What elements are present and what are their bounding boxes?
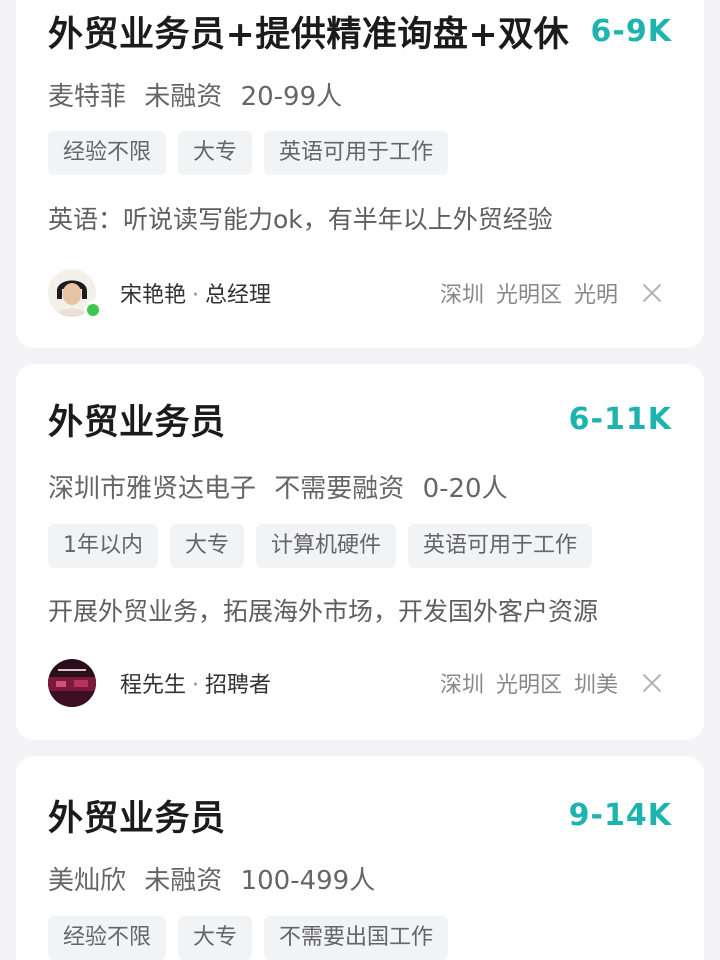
separator: ·	[192, 673, 200, 698]
company-size: 20-99人	[240, 82, 343, 112]
close-icon[interactable]	[640, 671, 664, 695]
job-location: 深圳 光明区 光明	[440, 277, 618, 309]
company-size: 100-499人	[240, 866, 376, 896]
funding-stage: 未融资	[144, 82, 223, 112]
tag: 经验不限	[48, 916, 167, 960]
company-info: 麦特菲 未融资 20-99人	[48, 76, 352, 113]
close-icon[interactable]	[640, 281, 664, 305]
salary: 9-14K	[568, 798, 672, 833]
company-size: 0-20人	[422, 474, 508, 504]
job-header: 外贸业务员 6-11K	[48, 394, 672, 445]
job-title: 外贸业务员	[48, 403, 226, 443]
separator: ·	[192, 283, 200, 308]
company-name: 深圳市雅贤达电子	[48, 474, 257, 504]
recruiter-name: 宋艳艳	[120, 283, 187, 308]
company-info: 深圳市雅贤达电子 不需要融资 0-20人	[48, 468, 518, 505]
job-card[interactable]: 外贸业务员+提供精准询盘+双休 6-9K 麦特菲 未融资 20-99人 经验不限…	[16, 0, 704, 348]
location-district: 光明区	[495, 283, 562, 308]
job-title: 外贸业务员	[48, 799, 226, 839]
tag-list: 1年以内 大专 计算机硬件 英语可用于工作	[48, 524, 593, 568]
location-area: 光明	[573, 283, 618, 308]
job-card[interactable]: 外贸业务员 9-14K 美灿欣 未融资 100-499人 经验不限 大专 不需要…	[16, 756, 704, 960]
avatar[interactable]	[48, 659, 96, 707]
online-indicator	[84, 301, 102, 319]
tag: 英语可用于工作	[264, 131, 449, 175]
company-name: 麦特菲	[48, 82, 127, 112]
recruiter-name: 程先生	[120, 673, 187, 698]
avatar[interactable]	[48, 269, 102, 319]
job-header: 外贸业务员+提供精准询盘+双休 6-9K	[48, 6, 672, 57]
funding-stage: 不需要融资	[274, 474, 405, 504]
tag: 经验不限	[48, 131, 167, 175]
tag: 大专	[178, 916, 253, 960]
tag: 大专	[170, 524, 245, 568]
company-name: 美灿欣	[48, 866, 127, 896]
recruiter-row: 程先生 · 招聘者 深圳 光明区 圳美	[48, 656, 664, 710]
recruiter-role: 招聘者	[205, 673, 272, 698]
job-description: 开展外贸业务，拓展海外市场，开发国外客户资源	[48, 597, 599, 626]
tag: 不需要出国工作	[264, 916, 449, 960]
funding-stage: 未融资	[144, 866, 223, 896]
location-city: 深圳	[439, 283, 484, 308]
location-area: 圳美	[573, 673, 618, 698]
salary: 6-9K	[590, 14, 672, 49]
tag: 大专	[178, 131, 253, 175]
job-title: 外贸业务员+提供精准询盘+双休	[48, 15, 570, 55]
location-city: 深圳	[439, 673, 484, 698]
company-info: 美灿欣 未融资 100-499人	[48, 860, 385, 897]
salary: 6-11K	[568, 402, 672, 437]
tag: 英语可用于工作	[408, 524, 593, 568]
job-list: 外贸业务员+提供精准询盘+双休 6-9K 麦特菲 未融资 20-99人 经验不限…	[0, 0, 720, 960]
tag-list: 经验不限 大专 英语可用于工作	[48, 131, 449, 175]
location-district: 光明区	[495, 673, 562, 698]
job-location: 深圳 光明区 圳美	[440, 667, 618, 699]
tag-list: 经验不限 大专 不需要出国工作	[48, 916, 449, 960]
tag: 1年以内	[48, 524, 158, 568]
recruiter: 宋艳艳 · 总经理	[120, 277, 271, 309]
job-card[interactable]: 外贸业务员 6-11K 深圳市雅贤达电子 不需要融资 0-20人 1年以内 大专…	[16, 364, 704, 740]
job-header: 外贸业务员 9-14K	[48, 790, 672, 841]
recruiter: 程先生 · 招聘者	[120, 667, 271, 699]
job-description: 英语：听说读写能力ok，有半年以上外贸经验	[48, 205, 553, 234]
recruiter-role: 总经理	[205, 283, 272, 308]
recruiter-row: 宋艳艳 · 总经理 深圳 光明区 光明	[48, 266, 664, 320]
tag: 计算机硬件	[256, 524, 397, 568]
